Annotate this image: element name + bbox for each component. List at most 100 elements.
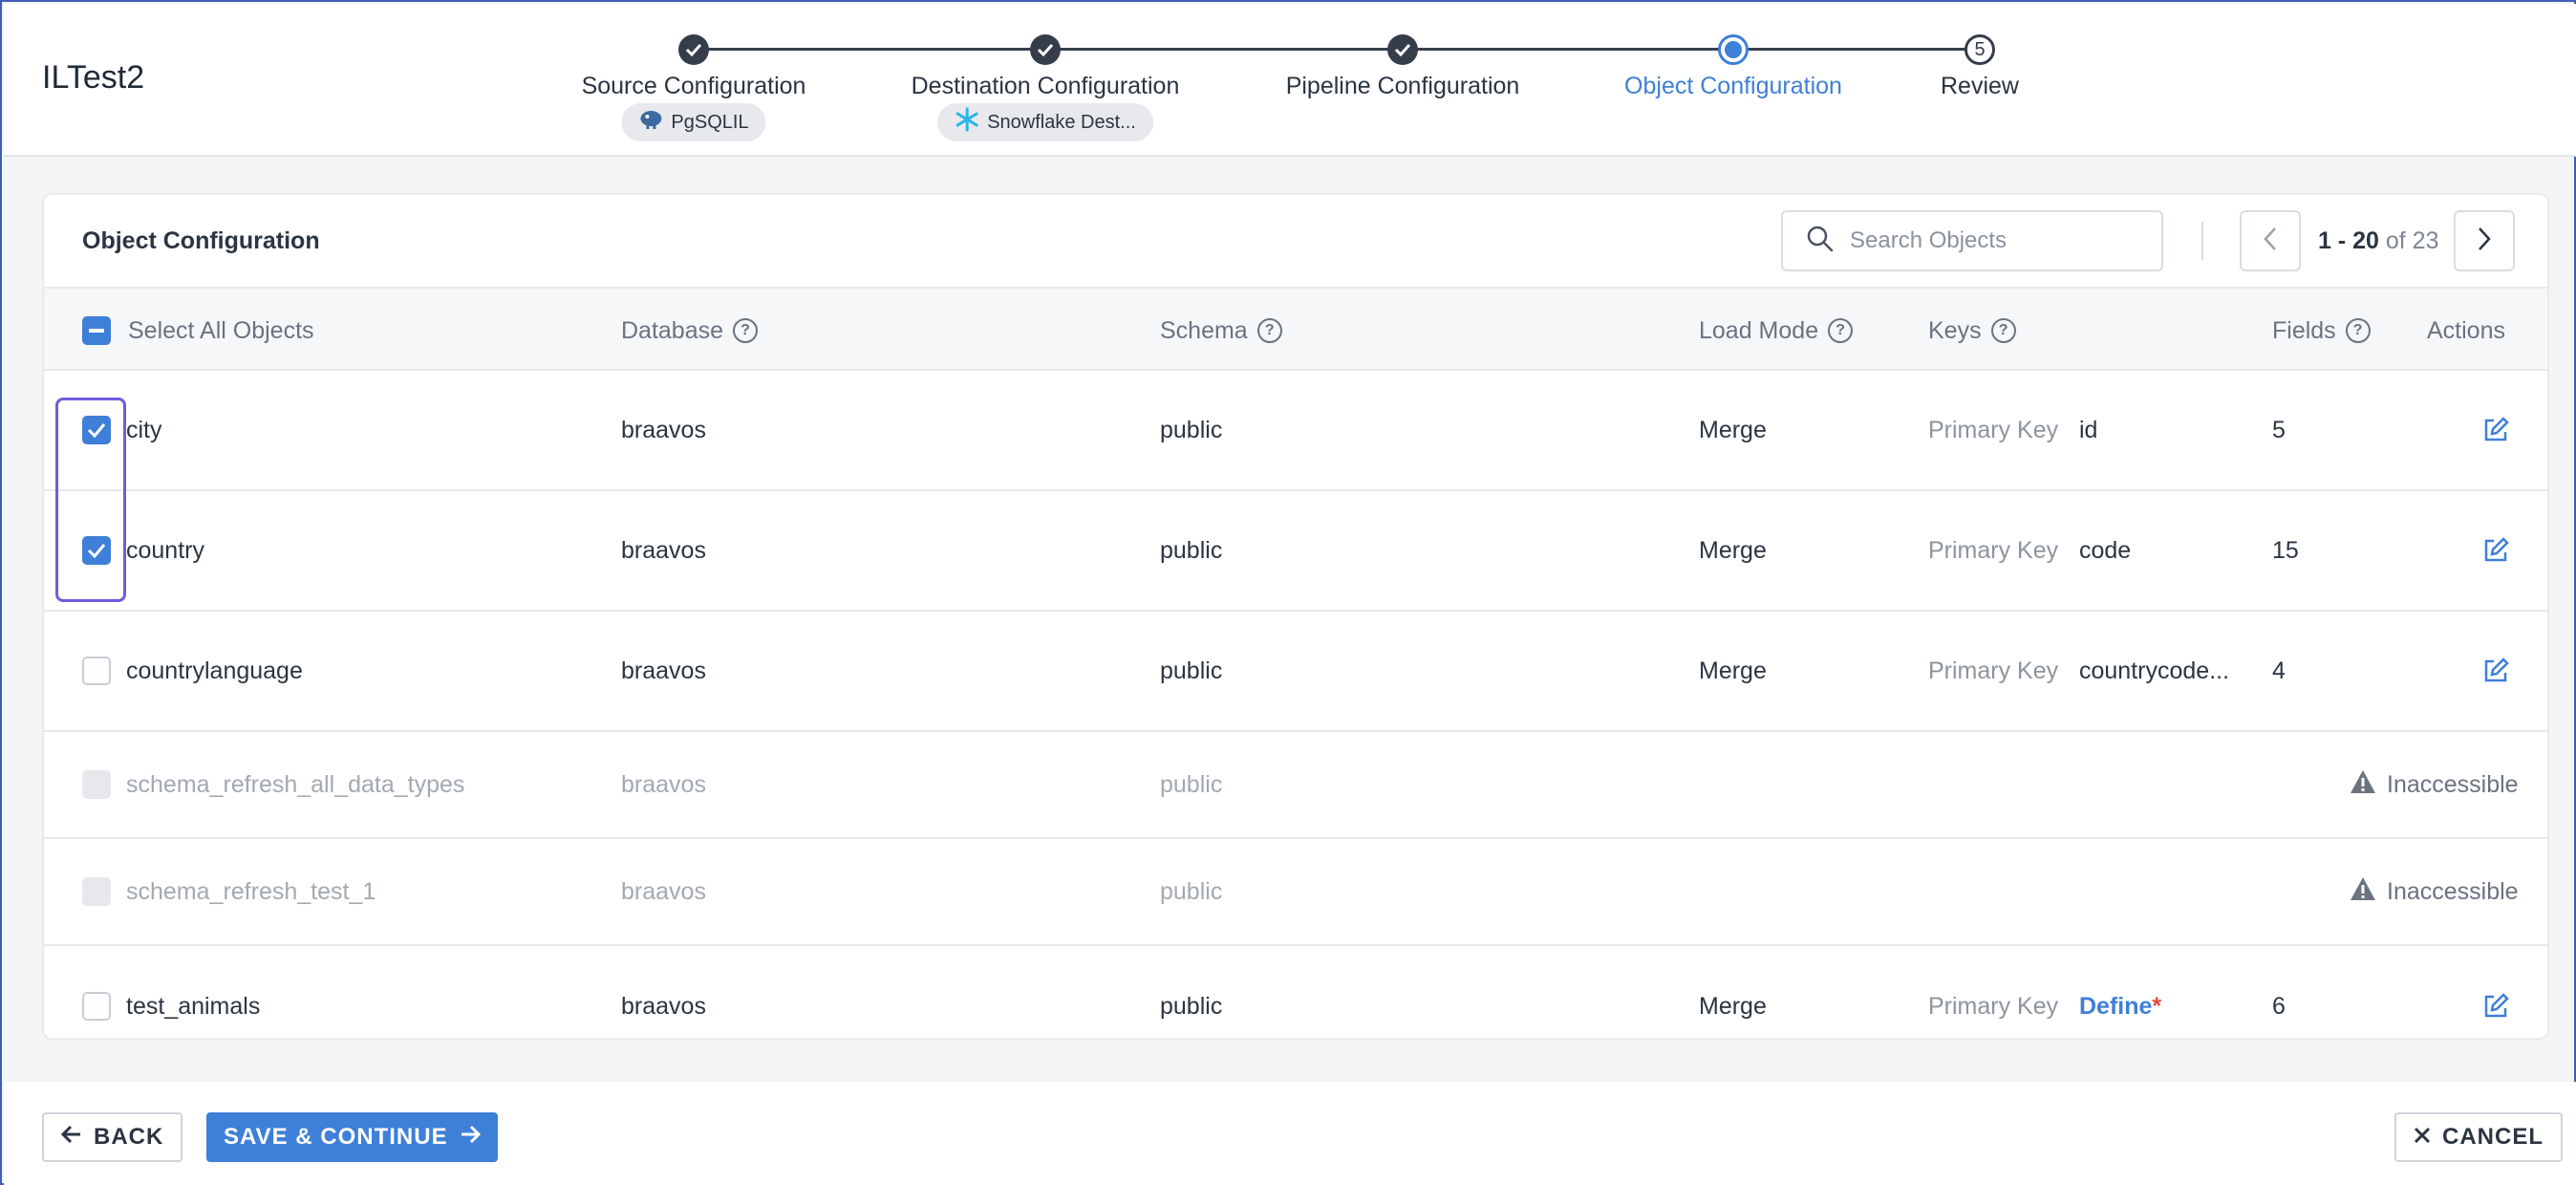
step-pipeline-configuration[interactable]: Pipeline Configuration: [1286, 73, 1520, 100]
database-value: braavos: [621, 770, 706, 798]
database-value: braavos: [621, 657, 706, 684]
key-value: code: [2079, 536, 2132, 564]
step-2-check-icon[interactable]: [1030, 34, 1061, 65]
schema-value: public: [1160, 416, 1223, 443]
database-header: Database ?: [621, 289, 759, 373]
database-value: braavos: [621, 992, 706, 1020]
table-row[interactable]: countrylanguage braavos public Merge Pri…: [44, 612, 2547, 732]
fields-count: 5: [2272, 416, 2286, 443]
table-row[interactable]: country braavos public Merge Primary Key…: [44, 491, 2547, 612]
object-name: city: [126, 416, 162, 443]
app-window: ILTest2 Source Configuration PgSQLIL Des…: [0, 0, 2576, 1185]
edit-icon[interactable]: [2482, 491, 2509, 610]
select-all-label: Select All Objects: [128, 316, 314, 344]
row-checkbox[interactable]: [82, 657, 111, 685]
row-checkbox: [82, 770, 111, 799]
arrow-left-icon: [60, 1124, 82, 1151]
load-mode-header: Load Mode ?: [1699, 289, 1854, 373]
step-3-check-icon[interactable]: [1387, 34, 1418, 65]
step-destination-configuration[interactable]: Destination Configuration: [912, 73, 1180, 100]
header: ILTest2 Source Configuration PgSQLIL Des…: [4, 4, 2576, 157]
step-5-number: 5: [1964, 34, 1995, 65]
fields-header: Fields ?: [2272, 289, 2371, 373]
search-input[interactable]: [1850, 227, 2136, 254]
object-name: schema_refresh_test_1: [126, 877, 376, 905]
object-configuration-card: Object Configuration 1 - 20 of 23: [42, 193, 2549, 1040]
table-row[interactable]: city braavos public Merge Primary Key id…: [44, 371, 2547, 491]
schema-header-label: Schema: [1160, 316, 1248, 344]
source-chip-label: PgSQLIL: [671, 111, 749, 133]
database-value: braavos: [621, 416, 706, 443]
load-mode-value[interactable]: Merge: [1699, 612, 1767, 730]
key-type-label: Primary Key: [1928, 416, 2059, 443]
back-button-label: BACK: [94, 1124, 164, 1150]
key-type-label: Primary Key: [1928, 992, 2059, 1020]
edit-icon[interactable]: [2482, 946, 2509, 1038]
row-checkbox: [82, 877, 111, 906]
inaccessible-status: Inaccessible: [2349, 732, 2519, 837]
key-value: countrycode...: [2079, 657, 2230, 684]
schema-header: Schema ?: [1160, 289, 1282, 373]
step-source-configuration[interactable]: Source Configuration: [582, 73, 806, 100]
help-icon[interactable]: ?: [1990, 318, 2016, 343]
row-checkbox[interactable]: [82, 992, 111, 1021]
schema-value: public: [1160, 536, 1223, 564]
help-icon[interactable]: ?: [2345, 318, 2371, 343]
cancel-button-label: CANCEL: [2442, 1124, 2544, 1150]
object-name: schema_refresh_all_data_types: [126, 770, 465, 798]
step-review: Review: [1941, 73, 2019, 99]
footer: BACK SAVE & CONTINUE CANCEL: [4, 1082, 2576, 1185]
next-page-button[interactable]: [2454, 210, 2515, 271]
select-all-header[interactable]: Select All Objects: [82, 289, 314, 373]
table-row[interactable]: test_animals braavos public Merge Primar…: [44, 946, 2547, 1038]
keys-header-label: Keys: [1928, 316, 1982, 344]
help-icon[interactable]: ?: [733, 318, 759, 343]
schema-value: public: [1160, 992, 1223, 1020]
card-title: Object Configuration: [82, 227, 320, 254]
warning-icon: [2349, 875, 2377, 909]
key-value: id: [2079, 416, 2098, 443]
object-name: test_animals: [126, 992, 261, 1020]
back-button[interactable]: BACK: [42, 1112, 183, 1162]
postgres-elephant-icon: [638, 109, 663, 136]
stepper-line: [694, 48, 1982, 51]
edit-icon[interactable]: [2482, 371, 2509, 489]
warning-icon: [2349, 768, 2377, 802]
arrow-right-icon: [460, 1124, 481, 1151]
define-key-link[interactable]: Define*: [2079, 946, 2161, 1038]
fields-header-label: Fields: [2272, 316, 2336, 344]
pagination-total: of 23: [2385, 227, 2439, 254]
step-1-check-icon[interactable]: [678, 34, 709, 65]
snowflake-icon: [955, 107, 979, 138]
database-value: braavos: [621, 877, 706, 905]
step-4-active-icon: [1718, 34, 1749, 65]
help-icon[interactable]: ?: [1256, 318, 1282, 343]
save-continue-button[interactable]: SAVE & CONTINUE: [206, 1112, 498, 1162]
fields-count: 15: [2272, 536, 2299, 564]
table-header: Select All Objects Database ? Schema ? L…: [44, 287, 2547, 373]
define-key-label: Define: [2079, 992, 2153, 1020]
row-checkbox[interactable]: [82, 536, 111, 565]
select-all-checkbox[interactable]: [82, 316, 111, 345]
load-mode-value[interactable]: Merge: [1699, 371, 1767, 489]
table-row: schema_refresh_test_1 braavos public Ina…: [44, 839, 2547, 946]
search-box[interactable]: [1781, 210, 2163, 271]
table-row: schema_refresh_all_data_types braavos pu…: [44, 732, 2547, 839]
prev-page-button[interactable]: [2240, 210, 2301, 271]
load-mode-value[interactable]: Merge: [1699, 491, 1767, 610]
load-mode-header-label: Load Mode: [1699, 316, 1819, 344]
database-header-label: Database: [621, 316, 724, 344]
cancel-button[interactable]: CANCEL: [2394, 1112, 2563, 1162]
schema-value: public: [1160, 877, 1223, 905]
inaccessible-status: Inaccessible: [2349, 839, 2519, 944]
pipeline-title: ILTest2: [42, 59, 145, 96]
load-mode-value[interactable]: Merge: [1699, 946, 1767, 1038]
destination-chip: Snowflake Dest...: [937, 103, 1153, 141]
source-chip: PgSQLIL: [621, 103, 766, 141]
help-icon[interactable]: ?: [1828, 318, 1854, 343]
row-checkbox[interactable]: [82, 416, 111, 444]
close-icon: [2414, 1124, 2431, 1151]
object-name: countrylanguage: [126, 657, 303, 684]
step-object-configuration: Object Configuration: [1624, 73, 1842, 99]
edit-icon[interactable]: [2482, 612, 2509, 730]
